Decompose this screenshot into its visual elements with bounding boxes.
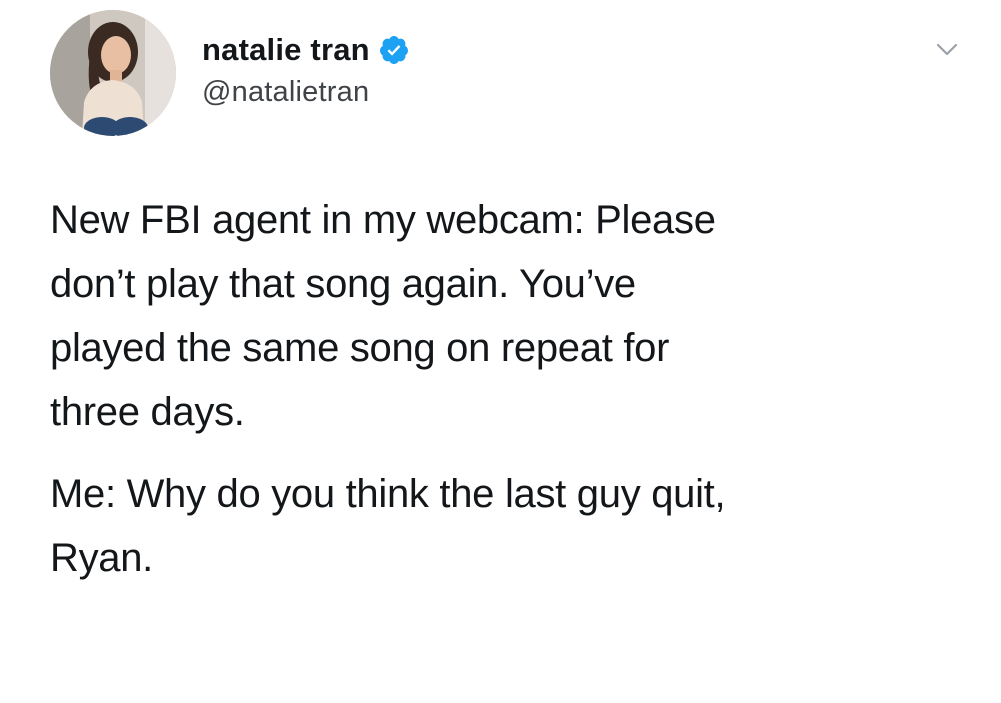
user-handle[interactable]: @natalietran bbox=[202, 76, 410, 109]
name-row: natalie tran bbox=[202, 30, 410, 70]
avatar[interactable] bbox=[50, 10, 176, 136]
tweet-paragraph: Me: Why do you think the last guy quit, … bbox=[50, 472, 726, 580]
tweet-card: natalie tran @natalietran New FBI agent … bbox=[0, 0, 1001, 703]
tweet-paragraph: New FBI agent in my webcam: Please don’t… bbox=[50, 198, 716, 434]
user-info: natalie tran @natalietran bbox=[202, 30, 410, 109]
tweet-header: natalie tran @natalietran bbox=[50, 10, 970, 140]
verified-badge-icon bbox=[378, 34, 410, 66]
tweet-text: New FBI agent in my webcam: Please don’t… bbox=[50, 188, 950, 590]
display-name[interactable]: natalie tran bbox=[202, 32, 370, 68]
avatar-photo-icon bbox=[50, 10, 176, 136]
chevron-down-icon[interactable] bbox=[932, 34, 962, 64]
